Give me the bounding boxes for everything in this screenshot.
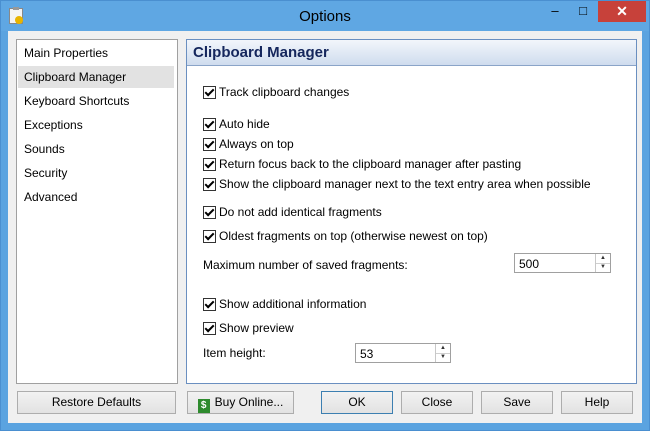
- sidebar-item-advanced[interactable]: Advanced: [18, 186, 174, 208]
- checkbox-label: Always on top: [219, 137, 294, 151]
- item-height-label: Item height:: [203, 346, 266, 360]
- checkbox-label: Return focus back to the clipboard manag…: [219, 157, 522, 171]
- checkbox-checked-icon: [203, 298, 216, 311]
- minimize-button[interactable]: –: [541, 1, 569, 22]
- options-category-list: Main Properties Clipboard Manager Keyboa…: [16, 39, 178, 384]
- sidebar-item-clipboard-manager[interactable]: Clipboard Manager: [18, 66, 174, 88]
- maximize-button[interactable]: □: [569, 1, 597, 22]
- checkbox-checked-icon: [203, 86, 216, 99]
- checkbox-checked-icon: [203, 118, 216, 131]
- checkbox-checked-icon: [203, 206, 216, 219]
- panel-title: Clipboard Manager: [193, 44, 329, 61]
- checkbox-checked-icon: [203, 158, 216, 171]
- item-height-value: 53: [360, 347, 374, 361]
- dialog-client-area: Main Properties Clipboard Manager Keyboa…: [8, 31, 642, 423]
- options-window: Options – □ ✕ Main Properties Clipboard …: [0, 0, 650, 431]
- title-bar[interactable]: Options – □ ✕: [1, 1, 649, 31]
- checkbox-checked-icon: [203, 230, 216, 243]
- checkbox-checked-icon: [203, 138, 216, 151]
- max-fragments-stepper[interactable]: 500 ▲ ▼: [514, 253, 611, 273]
- checkbox-checked-icon: [203, 178, 216, 191]
- spin-down-icon[interactable]: ▼: [596, 263, 610, 272]
- checkbox-label: Track clipboard changes: [219, 85, 350, 99]
- checkbox-label: Oldest fragments on top (otherwise newes…: [219, 229, 488, 243]
- checkbox-checked-icon: [203, 322, 216, 335]
- sidebar-item-exceptions[interactable]: Exceptions: [18, 114, 174, 136]
- panel-header: Clipboard Manager: [187, 40, 636, 66]
- sidebar-item-main-properties[interactable]: Main Properties: [18, 42, 174, 64]
- checkbox-label: Auto hide: [219, 117, 270, 131]
- buy-online-button[interactable]: $ Buy Online...: [187, 391, 294, 414]
- dollar-icon: $: [197, 399, 210, 413]
- save-button[interactable]: Save: [481, 391, 553, 414]
- stepper-buttons: ▲ ▼: [435, 344, 450, 362]
- ok-button[interactable]: OK: [321, 391, 393, 414]
- close-window-button[interactable]: ✕: [598, 1, 646, 22]
- sidebar-item-security[interactable]: Security: [18, 162, 174, 184]
- clipboard-manager-panel: Clipboard Manager Track clipboard change…: [186, 39, 637, 384]
- checkbox-label: Show preview: [219, 321, 294, 335]
- help-button[interactable]: Help: [561, 391, 633, 414]
- sidebar-item-keyboard-shortcuts[interactable]: Keyboard Shortcuts: [18, 90, 174, 112]
- max-fragments-label: Maximum number of saved fragments:: [203, 258, 408, 272]
- stepper-buttons: ▲ ▼: [595, 254, 610, 272]
- checkbox-label: Show additional information: [219, 297, 367, 311]
- close-button[interactable]: Close: [401, 391, 473, 414]
- checkbox-label: Show the clipboard manager next to the t…: [219, 177, 591, 191]
- buy-online-label: Buy Online...: [214, 395, 284, 409]
- sidebar-item-sounds[interactable]: Sounds: [18, 138, 174, 160]
- item-height-stepper[interactable]: 53 ▲ ▼: [355, 343, 451, 363]
- restore-defaults-button[interactable]: Restore Defaults: [17, 391, 176, 414]
- spin-down-icon[interactable]: ▼: [436, 353, 450, 362]
- max-fragments-value: 500: [519, 257, 540, 271]
- checkbox-label: Do not add identical fragments: [219, 205, 382, 219]
